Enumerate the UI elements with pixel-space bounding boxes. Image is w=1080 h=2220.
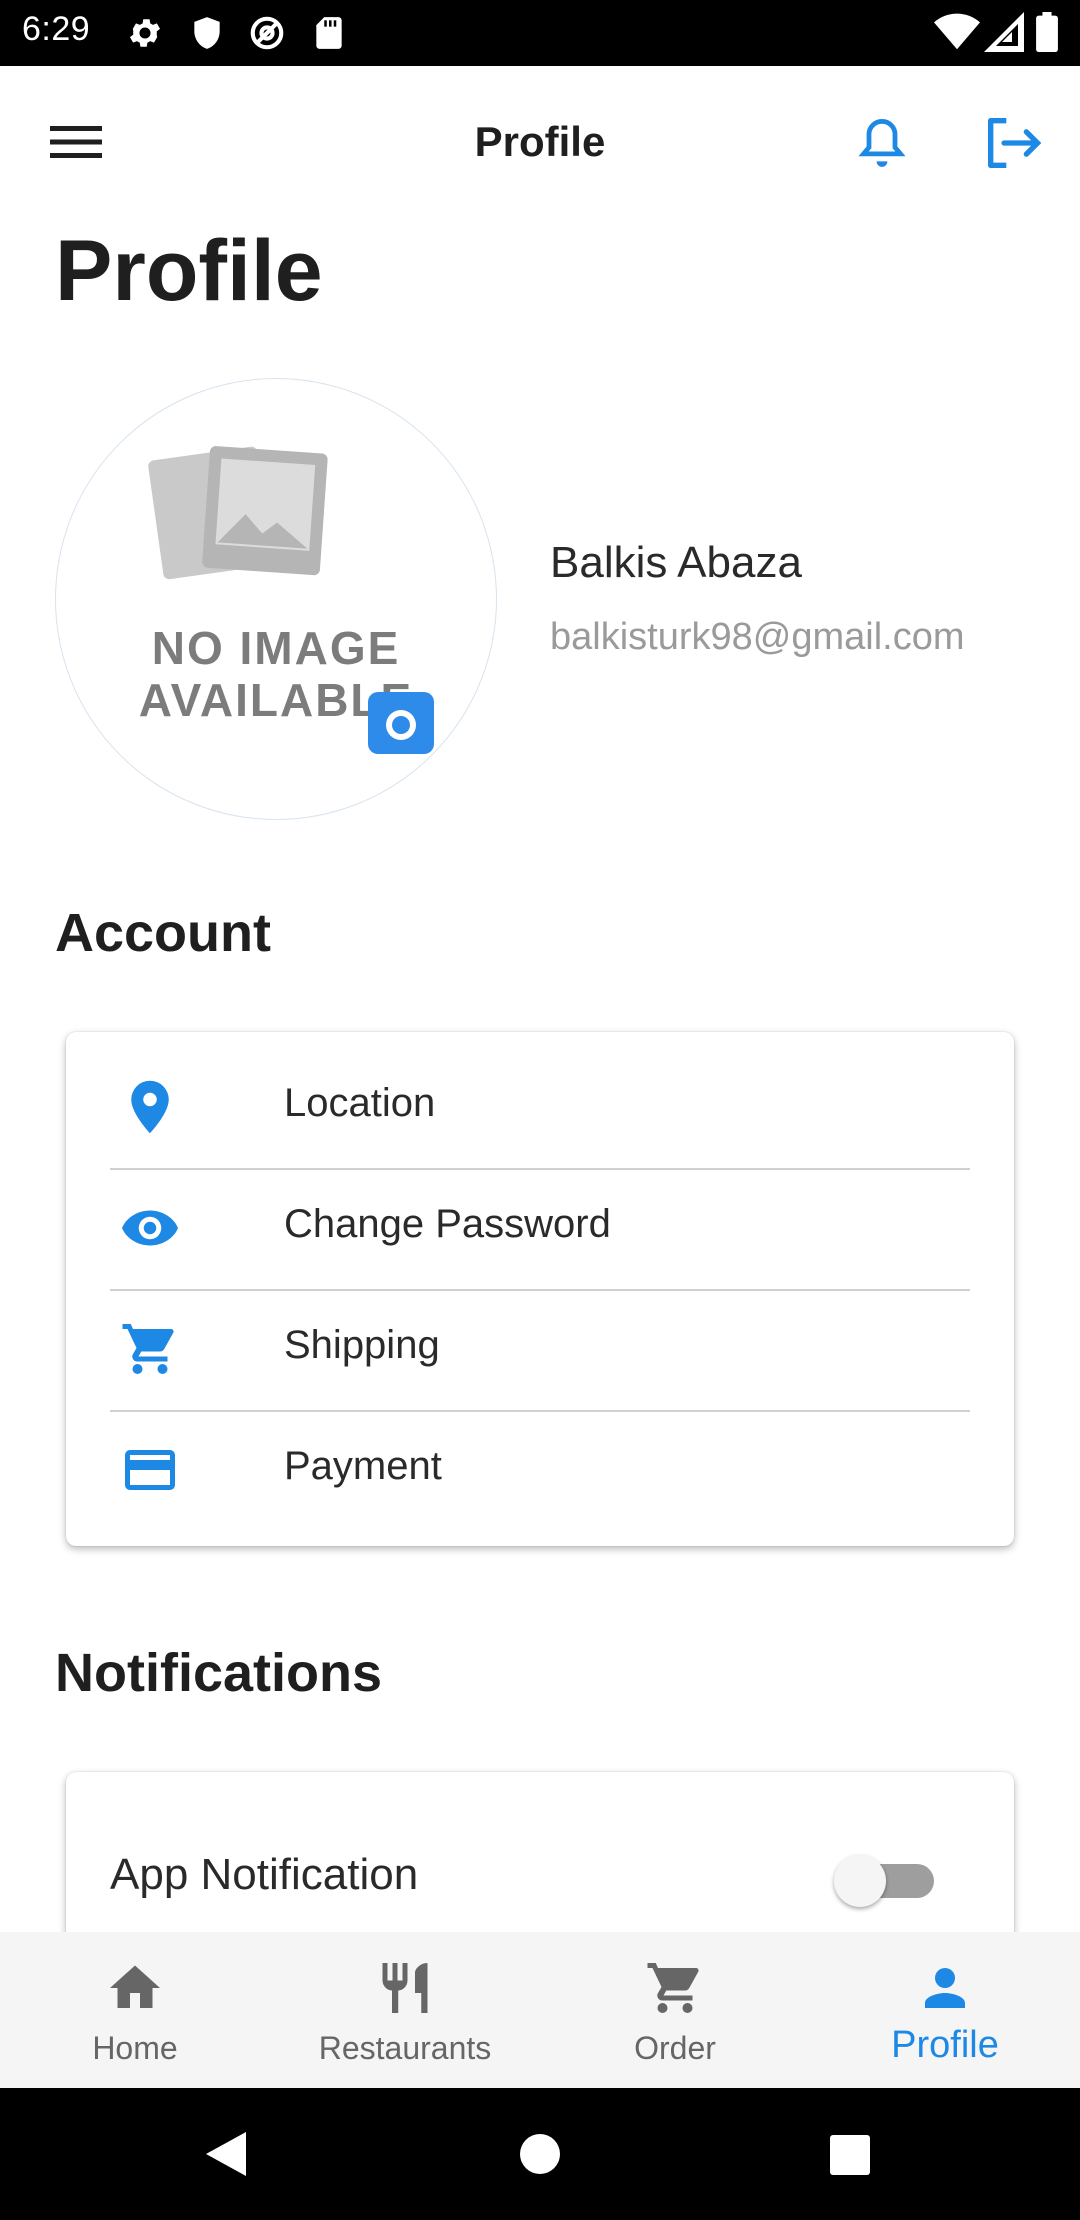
cart-icon	[647, 1963, 699, 2013]
account-item-label: Location	[284, 1081, 436, 1125]
nav-label: Order	[634, 2030, 716, 2066]
account-item-location[interactable]: Location	[110, 1047, 970, 1167]
user-name: Balkis Abaza	[550, 538, 802, 587]
location-pin-icon	[131, 1080, 169, 1134]
account-item-label: Payment	[284, 1444, 442, 1488]
nav-item-home[interactable]: Home	[0, 1932, 270, 2088]
cart-icon	[122, 1324, 174, 1374]
logout-icon[interactable]	[984, 116, 1042, 170]
bottom-navigation: Home Restaurants Order Profile	[0, 1932, 1080, 2088]
nav-item-restaurants[interactable]: Restaurants	[270, 1932, 540, 2088]
nav-item-order[interactable]: Order	[540, 1932, 810, 2088]
user-email: balkisturk98@gmail.com	[550, 616, 965, 658]
battery-icon	[1036, 12, 1058, 52]
cellular-signal-icon	[984, 12, 1024, 52]
settings-gear-icon	[129, 19, 161, 47]
nav-label: Profile	[891, 2024, 999, 2066]
home-circle-icon[interactable]	[519, 2133, 561, 2175]
back-icon[interactable]	[204, 2130, 248, 2178]
account-item-payment[interactable]: Payment	[110, 1410, 970, 1530]
home-icon	[110, 1965, 160, 2008]
wifi-icon	[934, 13, 980, 50]
toggle-knob[interactable]	[834, 1855, 886, 1907]
account-item-change-password[interactable]: Change Password	[110, 1168, 970, 1288]
camera-button[interactable]	[368, 692, 434, 754]
sd-card-icon	[316, 17, 342, 49]
app-bar-title: Profile	[474, 118, 606, 165]
eye-icon	[122, 1210, 178, 1246]
person-icon	[925, 1968, 965, 2008]
at-sign-icon	[250, 16, 284, 50]
credit-card-icon	[125, 1450, 175, 1490]
account-card: Location Change Password Shipping Paymen…	[66, 1032, 1014, 1546]
system-navigation-bar	[0, 2088, 1080, 2220]
account-section-title: Account	[55, 903, 271, 963]
nav-label: Home	[92, 2030, 178, 2066]
page-title: Profile	[55, 223, 323, 319]
status-bar: 6:29	[0, 0, 1080, 66]
placeholder-text-line1: NO IMAGE	[151, 622, 401, 674]
account-item-label: Change Password	[284, 1202, 611, 1246]
app-bar: Profile	[0, 66, 1080, 216]
fork-knife-icon	[382, 1963, 428, 2013]
recents-icon[interactable]	[829, 2134, 871, 2176]
app-notification-label: App Notification	[110, 1850, 419, 1899]
nav-item-profile[interactable]: Profile	[810, 1932, 1080, 2088]
notifications-section-title: Notifications	[55, 1643, 383, 1703]
camera-icon	[386, 698, 416, 740]
account-item-shipping[interactable]: Shipping	[110, 1289, 970, 1409]
status-time: 6:29	[22, 10, 91, 48]
bell-icon[interactable]	[856, 114, 908, 172]
nav-label: Restaurants	[318, 2030, 492, 2066]
shield-icon	[194, 17, 220, 49]
account-item-label: Shipping	[284, 1323, 440, 1367]
